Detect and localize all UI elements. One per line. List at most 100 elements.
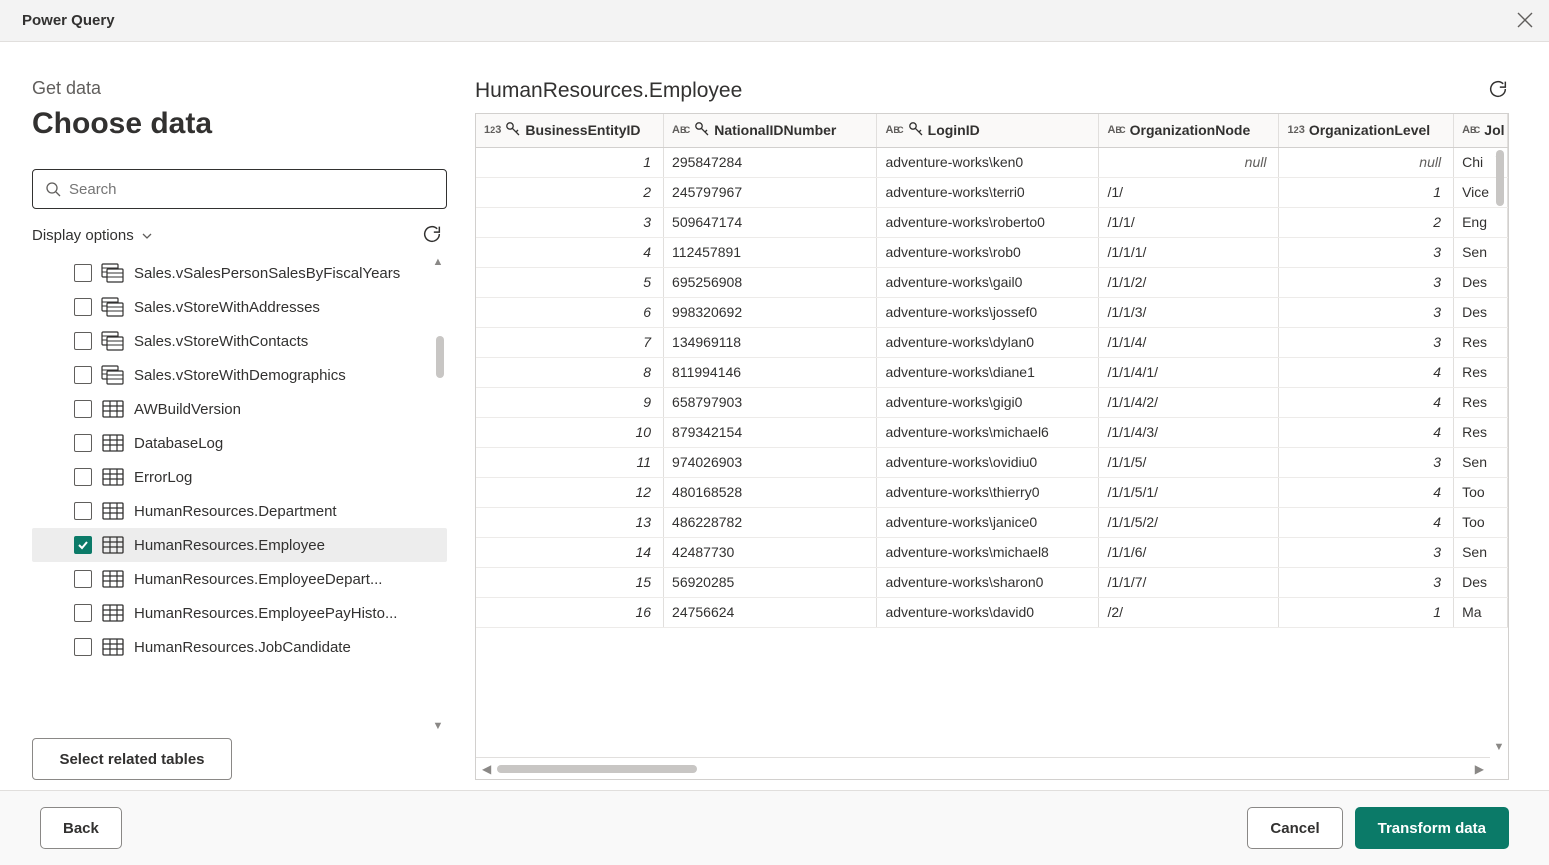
cell: 13 <box>476 507 664 537</box>
scrollbar-thumb[interactable] <box>1496 150 1504 206</box>
column-header[interactable]: ABC NationalIDNumber <box>664 114 877 147</box>
table-row[interactable]: 1556920285adventure-works\sharon0/1/1/7/… <box>476 567 1508 597</box>
tree-item-checkbox[interactable] <box>74 570 92 588</box>
grid-vertical-scrollbar[interactable]: ▲ ▼ <box>1490 148 1508 753</box>
cell: /1/1/1/ <box>1099 237 1279 267</box>
cell: 245797967 <box>664 177 877 207</box>
grid-horizontal-scrollbar[interactable]: ◀ ▶ <box>476 757 1490 779</box>
scroll-right-icon[interactable]: ▶ <box>1475 762 1484 776</box>
table-icon <box>102 534 124 556</box>
tree-item-label: HumanResources.Employee <box>134 537 425 554</box>
table-row[interactable]: 3509647174adventure-works\roberto0/1/1/2… <box>476 207 1508 237</box>
scrollbar-thumb[interactable] <box>436 336 444 378</box>
search-input[interactable] <box>32 169 447 209</box>
table-row[interactable]: 1624756624adventure-works\david0/2/1Ma <box>476 597 1508 627</box>
column-header[interactable]: ABCJol <box>1454 114 1508 147</box>
tree-item[interactable]: ErrorLog <box>32 460 447 494</box>
scroll-left-icon[interactable]: ◀ <box>482 762 491 776</box>
view-icon <box>102 262 124 284</box>
tree-item-checkbox[interactable] <box>74 604 92 622</box>
back-button[interactable]: Back <box>40 807 122 849</box>
tree-item[interactable]: DatabaseLog <box>32 426 447 460</box>
cancel-button[interactable]: Cancel <box>1247 807 1342 849</box>
scroll-up-icon[interactable]: ▲ <box>433 256 444 268</box>
view-icon <box>102 296 124 318</box>
table-row[interactable]: 9658797903adventure-works\gigi0/1/1/4/2/… <box>476 387 1508 417</box>
table-row[interactable]: 12480168528adventure-works\thierry0/1/1/… <box>476 477 1508 507</box>
cell: /1/1/2/ <box>1099 267 1279 297</box>
table-row[interactable]: 5695256908adventure-works\gail0/1/1/2/3D… <box>476 267 1508 297</box>
table-icon <box>102 636 124 658</box>
cell: 695256908 <box>664 267 877 297</box>
tree-item-checkbox[interactable] <box>74 366 92 384</box>
display-options-dropdown[interactable]: Display options <box>32 227 154 244</box>
tree-item[interactable]: HumanResources.EmployeePayHisto... <box>32 596 447 630</box>
column-header[interactable]: ABC LoginID <box>877 114 1099 147</box>
column-header[interactable]: 123OrganizationLevel <box>1279 114 1454 147</box>
tree-item-checkbox[interactable] <box>74 638 92 656</box>
refresh-preview-icon[interactable] <box>1487 78 1509 103</box>
transform-data-button[interactable]: Transform data <box>1355 807 1509 849</box>
scroll-down-icon[interactable]: ▼ <box>1494 741 1505 753</box>
cell: 3 <box>1279 447 1454 477</box>
tree-item-checkbox[interactable] <box>74 502 92 520</box>
table-row[interactable]: 4112457891adventure-works\rob0/1/1/1/3Se… <box>476 237 1508 267</box>
tree-item-label: ErrorLog <box>134 469 425 486</box>
column-name: LoginID <box>928 122 980 138</box>
preview-title: HumanResources.Employee <box>475 79 742 103</box>
tree-item[interactable]: HumanResources.Employee <box>32 528 447 562</box>
cell: adventure-works\jossef0 <box>877 297 1099 327</box>
column-name: NationalIDNumber <box>714 122 836 138</box>
select-related-tables-button[interactable]: Select related tables <box>32 738 232 780</box>
scroll-down-icon[interactable]: ▼ <box>433 720 444 732</box>
tree-scrollbar[interactable]: ▲ ▼ <box>429 256 447 732</box>
tree-item-label: Sales.vStoreWithDemographics <box>134 367 425 384</box>
refresh-icon[interactable] <box>421 223 443 248</box>
table-row[interactable]: 1295847284adventure-works\ken0nullnullCh… <box>476 147 1508 177</box>
tree-item[interactable]: HumanResources.EmployeeDepart... <box>32 562 447 596</box>
tree-item-checkbox[interactable] <box>74 400 92 418</box>
tree-item-checkbox[interactable] <box>74 332 92 350</box>
tree-item[interactable]: AWBuildVersion <box>32 392 447 426</box>
cell: 1 <box>476 147 664 177</box>
scrollbar-thumb[interactable] <box>497 765 697 773</box>
tree-item[interactable]: Sales.vStoreWithDemographics <box>32 358 447 392</box>
tree-item-checkbox[interactable] <box>74 434 92 452</box>
column-header[interactable]: ABCOrganizationNode <box>1099 114 1279 147</box>
cell: 2 <box>476 177 664 207</box>
table-row[interactable]: 10879342154adventure-works\michael6/1/1/… <box>476 417 1508 447</box>
tree-item-checkbox[interactable] <box>74 264 92 282</box>
cell: 4 <box>1279 477 1454 507</box>
table-row[interactable]: 7134969118adventure-works\dylan0/1/1/4/3… <box>476 327 1508 357</box>
preview-panel: HumanResources.Employee 123 BusinessEnti… <box>475 78 1509 780</box>
view-icon <box>102 364 124 386</box>
cell: /1/1/4/3/ <box>1099 417 1279 447</box>
tree-item[interactable]: Sales.vStoreWithContacts <box>32 324 447 358</box>
tree-item[interactable]: Sales.vSalesPersonSalesByFiscalYears <box>32 256 447 290</box>
cell: 974026903 <box>664 447 877 477</box>
table-row[interactable]: 6998320692adventure-works\jossef0/1/1/3/… <box>476 297 1508 327</box>
table-row[interactable]: 13486228782adventure-works\janice0/1/1/5… <box>476 507 1508 537</box>
cell: /1/1/4/1/ <box>1099 357 1279 387</box>
cell: 24756624 <box>664 597 877 627</box>
tree-item-checkbox[interactable] <box>74 536 92 554</box>
search-field[interactable] <box>67 180 434 199</box>
cell: /1/1/7/ <box>1099 567 1279 597</box>
table-row[interactable]: 1442487730adventure-works\michael8/1/1/6… <box>476 537 1508 567</box>
tree-item-checkbox[interactable] <box>74 298 92 316</box>
close-icon[interactable] <box>1517 10 1533 32</box>
tree-item[interactable]: Sales.vStoreWithAddresses <box>32 290 447 324</box>
cell: 56920285 <box>664 567 877 597</box>
table-row[interactable]: 2245797967adventure-works\terri0/1/1Vice <box>476 177 1508 207</box>
tree-item[interactable]: HumanResources.JobCandidate <box>32 630 447 664</box>
cell: 509647174 <box>664 207 877 237</box>
column-header[interactable]: 123 BusinessEntityID <box>476 114 664 147</box>
tree-item[interactable]: HumanResources.Department <box>32 494 447 528</box>
tree-item-checkbox[interactable] <box>74 468 92 486</box>
dialog-footer: Back Cancel Transform data <box>0 790 1549 865</box>
cell: 3 <box>476 207 664 237</box>
table-row[interactable]: 8811994146adventure-works\diane1/1/1/4/1… <box>476 357 1508 387</box>
cell: null <box>1099 147 1279 177</box>
tree-item-label: Sales.vSalesPersonSalesByFiscalYears <box>134 265 425 282</box>
table-row[interactable]: 11974026903adventure-works\ovidiu0/1/1/5… <box>476 447 1508 477</box>
